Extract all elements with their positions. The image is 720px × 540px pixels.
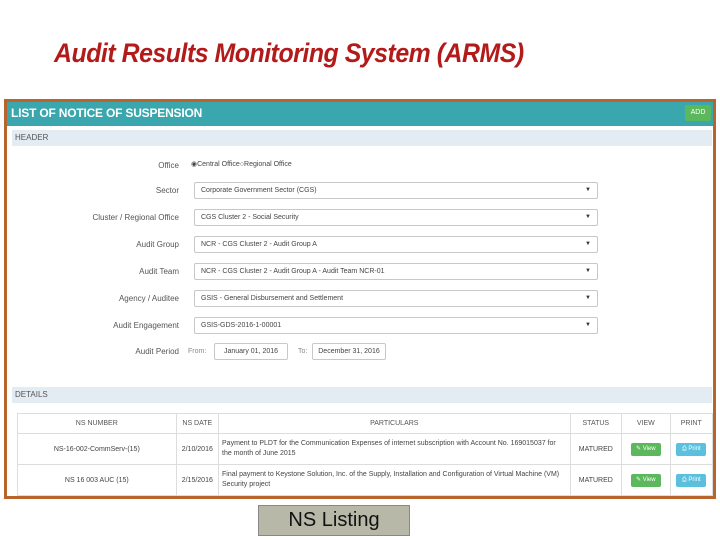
particulars-cell: Final payment to Keystone Solution, Inc.… [218, 464, 571, 496]
table-header-row: NS NUMBER NS DATE PARTICULARS STATUS VIE… [17, 413, 713, 434]
particulars-cell: Payment to PLDT for the Communication Ex… [218, 433, 571, 465]
page-title: LIST OF NOTICE OF SUSPENSION [11, 106, 203, 120]
col-view: VIEW [621, 413, 671, 434]
audit-team-select[interactable]: NCR - CGS Cluster 2 - Audit Group A - Au… [194, 263, 598, 280]
office-row: Office ◉Central Office○Regional Office [7, 157, 713, 175]
engagement-label: Audit Engagement [113, 321, 179, 330]
sector-row: Sector Corporate Government Sector (CGS)… [7, 182, 713, 200]
col-status[interactable]: STATUS [569, 413, 623, 434]
cluster-select[interactable]: CGS Cluster 2 - Social Security ▼ [194, 209, 598, 226]
screen-header: LIST OF NOTICE OF SUSPENSION ADD [7, 102, 713, 126]
sector-label: Sector [155, 186, 179, 195]
audit-team-row: Audit Team NCR - CGS Cluster 2 - Audit G… [7, 263, 713, 281]
col-ns-date[interactable]: NS DATE [175, 413, 220, 434]
app-screen: LIST OF NOTICE OF SUSPENSION ADD HEADER … [4, 99, 716, 499]
ns-number-cell: NS 16 003 AUC (15) [17, 464, 177, 496]
table-row: NS-16-002-CommServ-(15) 2/10/2016 Paymen… [17, 433, 713, 465]
engagement-select[interactable]: GSIS-GDS-2016-1-00001 ▼ [194, 317, 598, 334]
chevron-down-icon: ▼ [585, 295, 591, 301]
chevron-down-icon: ▼ [585, 241, 591, 247]
header-section-bar: HEADER [12, 130, 712, 146]
print-button[interactable]: ⎙ Print [676, 473, 707, 487]
cluster-row: Cluster / Regional Office CGS Cluster 2 … [7, 209, 713, 227]
view-button[interactable]: ✎ View [630, 442, 661, 456]
engagement-value: GSIS-GDS-2016-1-00001 [201, 322, 282, 329]
period-from-label: From: [188, 348, 207, 355]
sector-select[interactable]: Corporate Government Sector (CGS) ▼ [194, 182, 598, 199]
ns-date-cell: 2/15/2016 [175, 464, 220, 496]
print-button[interactable]: ⎙ Print [676, 442, 707, 456]
col-particulars[interactable]: PARTICULARS [218, 413, 571, 434]
audit-team-value: NCR - CGS Cluster 2 - Audit Group A - Au… [201, 268, 385, 275]
radio-regional-office[interactable]: ○Regional Office [240, 161, 292, 168]
ns-table: NS NUMBER NS DATE PARTICULARS STATUS VIE… [17, 413, 713, 496]
agency-label: Agency / Auditee [118, 294, 179, 303]
agency-value: GSIS - General Disbursement and Settleme… [201, 295, 344, 302]
print-cell: ⎙ Print [669, 433, 713, 465]
engagement-row: Audit Engagement GSIS-GDS-2016-1-00001 ▼ [7, 317, 713, 335]
audit-group-value: NCR - CGS Cluster 2 - Audit Group A [201, 241, 317, 248]
status-cell: MATURED [569, 433, 623, 465]
audit-group-label: Audit Group [136, 240, 179, 249]
chevron-down-icon: ▼ [585, 322, 591, 328]
office-label: Office [158, 161, 179, 170]
period-from-input[interactable]: January 01, 2016 [214, 343, 288, 360]
details-section-bar: DETAILS [12, 387, 712, 403]
audit-period-row: Audit Period From: January 01, 2016 To: … [7, 343, 713, 361]
chevron-down-icon: ▼ [585, 268, 591, 274]
ns-number-cell: NS-16-002-CommServ-(15) [17, 433, 177, 465]
agency-row: Agency / Auditee GSIS - General Disburse… [7, 290, 713, 308]
period-to-label: To: [298, 348, 308, 355]
period-to-input[interactable]: December 31, 2016 [312, 343, 386, 360]
chevron-down-icon: ▼ [585, 187, 591, 193]
slide-caption: NS Listing [258, 505, 410, 536]
add-button[interactable]: ADD [685, 105, 711, 121]
audit-group-row: Audit Group NCR - CGS Cluster 2 - Audit … [7, 236, 713, 254]
col-ns-number[interactable]: NS NUMBER [17, 413, 177, 434]
office-radio-group: ◉Central Office○Regional Office [191, 160, 292, 168]
sector-value: Corporate Government Sector (CGS) [201, 187, 317, 194]
agency-select[interactable]: GSIS - General Disbursement and Settleme… [194, 290, 598, 307]
view-button[interactable]: ✎ View [630, 473, 661, 487]
cluster-value: CGS Cluster 2 - Social Security [201, 214, 299, 221]
audit-team-label: Audit Team [139, 267, 179, 276]
col-print: PRINT [669, 413, 713, 434]
view-cell: ✎ View [621, 433, 671, 465]
view-cell: ✎ View [621, 464, 671, 496]
radio-central-office[interactable]: ◉Central Office [191, 161, 240, 168]
audit-group-select[interactable]: NCR - CGS Cluster 2 - Audit Group A ▼ [194, 236, 598, 253]
audit-period-label: Audit Period [135, 347, 179, 356]
table-row: NS 16 003 AUC (15) 2/15/2016 Final payme… [17, 464, 713, 496]
print-cell: ⎙ Print [669, 464, 713, 496]
chevron-down-icon: ▼ [585, 214, 591, 220]
ns-date-cell: 2/10/2016 [175, 433, 220, 465]
slide-title: Audit Results Monitoring System (ARMS) [54, 38, 524, 68]
cluster-label: Cluster / Regional Office [92, 213, 179, 222]
status-cell: MATURED [569, 464, 623, 496]
